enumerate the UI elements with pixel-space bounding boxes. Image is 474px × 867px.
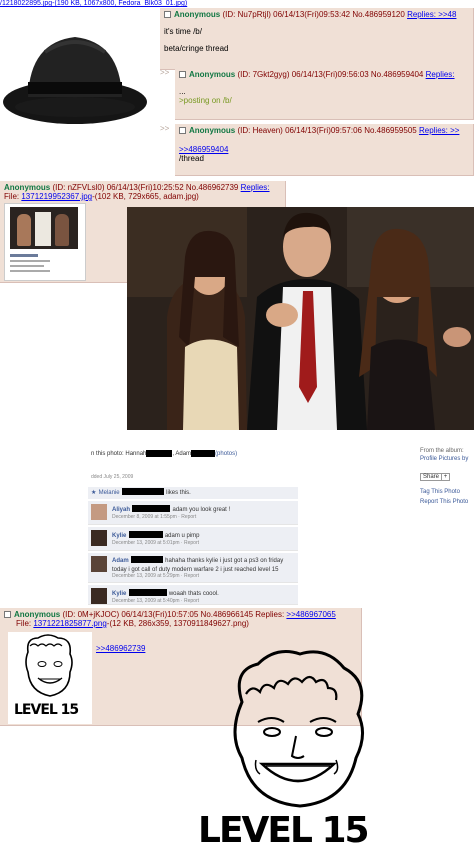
level15-small-caption: LEVEL 15 bbox=[14, 702, 79, 718]
post-checkbox[interactable] bbox=[4, 611, 11, 619]
post-checkbox[interactable] bbox=[164, 11, 171, 19]
plus-icon: + bbox=[440, 474, 448, 480]
avatar bbox=[91, 530, 107, 546]
avatar bbox=[91, 504, 107, 520]
post-checkbox[interactable] bbox=[179, 127, 186, 135]
added-date: dded July 25, 2009 bbox=[91, 474, 134, 480]
post-486959505: Anonymous (ID: Heaven) 06/14/13(Fri)09:5… bbox=[175, 124, 474, 176]
comment: Kylie woaah thats coool. December 13, 20… bbox=[88, 585, 298, 605]
post-486959404: Anonymous (ID: 7Gkt2gyg) 06/14/13(Fri)09… bbox=[175, 68, 474, 120]
fedora-image[interactable] bbox=[0, 12, 150, 132]
post-486959120: Anonymous (ID: Nu7pRtjl) 06/14/13(Fri)09… bbox=[160, 8, 474, 70]
avatar bbox=[91, 556, 107, 572]
op-file-info[interactable]: /1218022895.jpg-(190 KB, 1067x800, Fedor… bbox=[0, 0, 187, 7]
level15-thumbnail[interactable]: LEVEL 15 bbox=[8, 632, 92, 724]
greentext: >posting on /b/ bbox=[179, 96, 232, 105]
reply-arrows: >> bbox=[160, 68, 170, 77]
level15-big-caption: LEVEL 15 bbox=[198, 810, 370, 851]
tag-photo-link[interactable]: Tag This Photo bbox=[420, 489, 460, 495]
comment: Kylie adam u pimp December 13, 2009 at 5… bbox=[88, 527, 298, 551]
like-icon: ★ bbox=[91, 490, 97, 496]
quote-link[interactable]: >>486962739 bbox=[96, 644, 145, 653]
quote-link[interactable]: >>486959404 bbox=[179, 145, 469, 154]
level15-drawing[interactable]: LEVEL 15 bbox=[196, 642, 396, 862]
from-album-label: From the album: bbox=[420, 448, 464, 454]
main-photo[interactable] bbox=[127, 207, 474, 430]
report-photo-link[interactable]: Report This Photo bbox=[420, 499, 468, 505]
share-button[interactable]: Share + bbox=[420, 473, 451, 481]
avatar bbox=[91, 588, 107, 604]
reply-row: >> bbox=[160, 124, 169, 133]
photo-tags: n this photo: Hannah, Adam (photos) bbox=[91, 450, 238, 458]
reply-arrows: >> bbox=[160, 124, 170, 133]
post-checkbox[interactable] bbox=[179, 71, 186, 79]
comment: Adam hahaha thanks kylie i just got a ps… bbox=[88, 553, 298, 583]
comment: Aliyah adam you look great ! December 8,… bbox=[88, 501, 298, 525]
album-link[interactable]: Profile Pictures by bbox=[420, 456, 468, 462]
likes-row: ★ Melanie likes this. bbox=[88, 487, 298, 499]
thumbnail-image[interactable] bbox=[4, 203, 86, 281]
post-body: it's time /b/ beta/cringe thread bbox=[164, 27, 229, 53]
